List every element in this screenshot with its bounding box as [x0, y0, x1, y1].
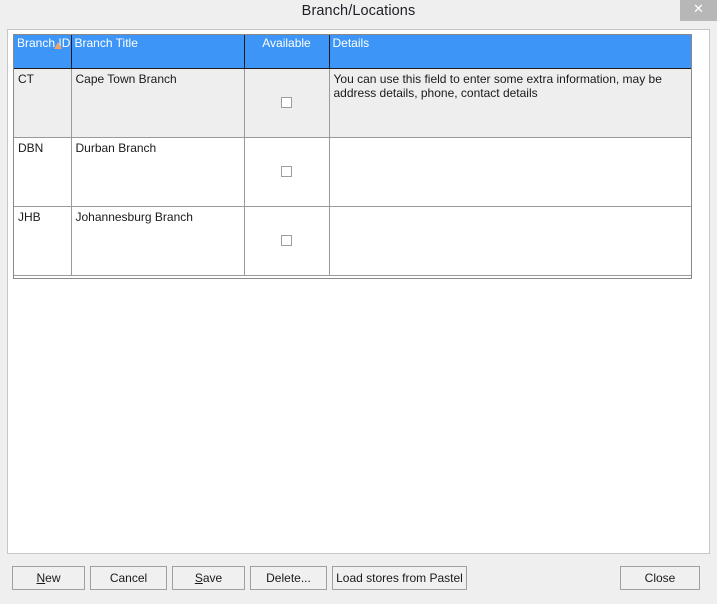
cell-branch-id[interactable]: JHB [14, 206, 71, 275]
available-checkbox[interactable] [281, 97, 292, 108]
window-title: Branch/Locations [0, 3, 717, 19]
column-header-branch-id-label: Branch ID [17, 37, 71, 51]
close-window-button[interactable]: ✕ [680, 0, 717, 21]
column-header-available[interactable]: Available [244, 35, 329, 68]
dialog-button-bar: New Cancel Save Delete... Load stores fr… [0, 560, 717, 604]
cell-details[interactable] [329, 206, 691, 275]
table-row[interactable]: CT Cape Town Branch You can use this fie… [14, 68, 691, 137]
save-button[interactable]: Save [172, 566, 245, 590]
close-button[interactable]: Close [620, 566, 700, 590]
branch-grid: Branch ID Branch Title Available Details [13, 34, 692, 279]
column-header-branch-title[interactable]: Branch Title [71, 35, 244, 68]
cell-details[interactable]: You can use this field to enter some ext… [329, 68, 691, 137]
cell-branch-id[interactable]: DBN [14, 137, 71, 206]
table-row[interactable]: JHB Johannesburg Branch [14, 206, 691, 275]
cell-details[interactable] [329, 137, 691, 206]
table-row[interactable]: DBN Durban Branch [14, 137, 691, 206]
close-icon: ✕ [680, 2, 717, 18]
new-button[interactable]: New [12, 566, 85, 590]
cell-branch-title[interactable]: Durban Branch [71, 137, 244, 206]
table-header-row: Branch ID Branch Title Available Details [14, 35, 691, 68]
column-header-branch-title-label: Branch Title [75, 37, 244, 51]
cancel-button[interactable]: Cancel [90, 566, 167, 590]
column-header-details-label: Details [333, 37, 692, 51]
cell-available[interactable] [244, 68, 329, 137]
save-button-mnemonic: S [195, 571, 203, 585]
column-header-details[interactable]: Details [329, 35, 691, 68]
cell-branch-id[interactable]: CT [14, 68, 71, 137]
delete-button[interactable]: Delete... [250, 566, 327, 590]
cell-branch-title[interactable]: Cape Town Branch [71, 68, 244, 137]
title-bar: Branch/Locations ✕ [0, 0, 717, 24]
new-button-mnemonic: N [36, 571, 45, 585]
dialog-client-area: Branch ID Branch Title Available Details [7, 29, 710, 554]
cell-available[interactable] [244, 137, 329, 206]
cell-available[interactable] [244, 206, 329, 275]
available-checkbox[interactable] [281, 235, 292, 246]
sort-ascending-icon [54, 42, 62, 49]
new-button-label: ew [45, 571, 60, 585]
column-header-available-label: Available [245, 37, 329, 51]
available-checkbox[interactable] [281, 166, 292, 177]
column-header-branch-id[interactable]: Branch ID [14, 35, 71, 68]
save-button-label: ave [203, 571, 222, 585]
load-stores-from-pastel-button[interactable]: Load stores from Pastel [332, 566, 467, 590]
branch-locations-window: Branch/Locations ✕ Branch ID [0, 0, 717, 604]
cell-branch-title[interactable]: Johannesburg Branch [71, 206, 244, 275]
branch-table: Branch ID Branch Title Available Details [14, 35, 691, 276]
